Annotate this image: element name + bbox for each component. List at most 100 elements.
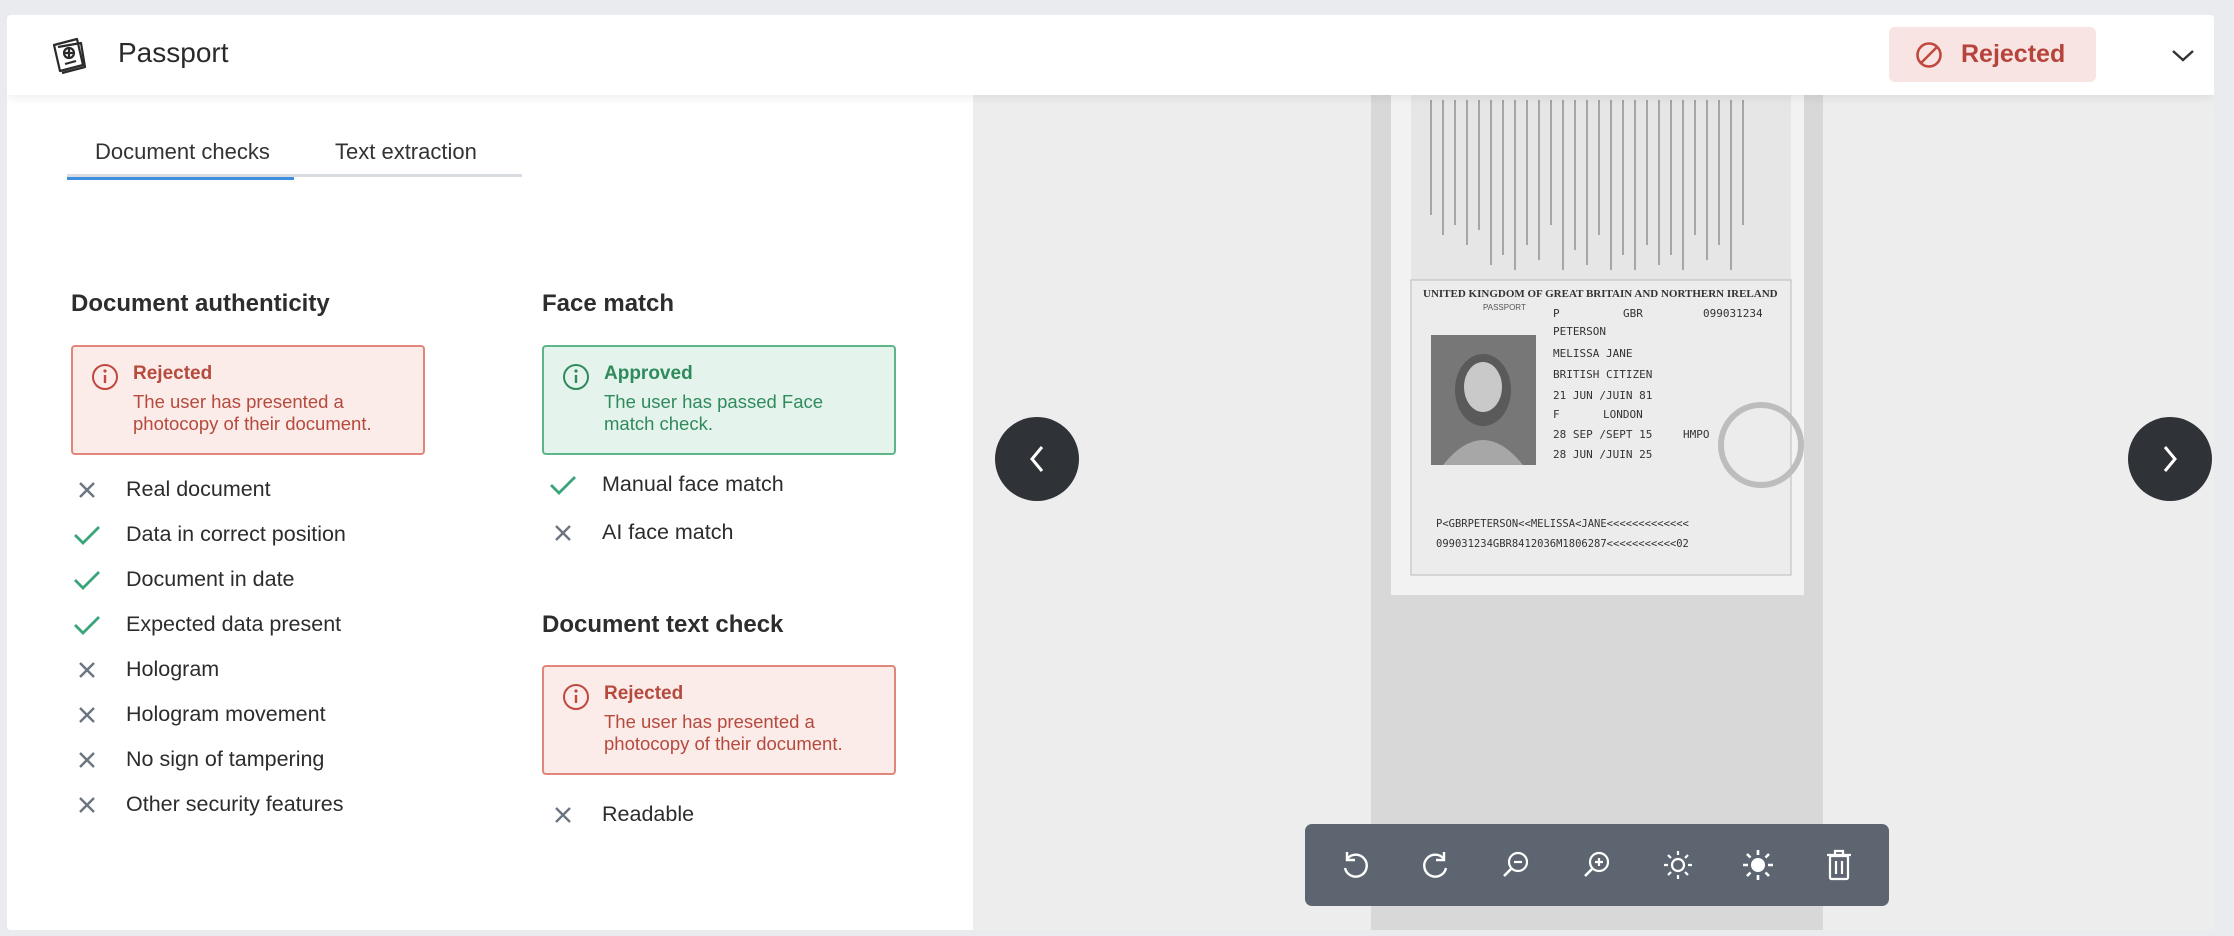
alert-title: Rejected — [604, 683, 684, 704]
info-icon — [563, 684, 589, 710]
cross-icon — [549, 801, 577, 829]
alert-title: Rejected — [133, 363, 213, 384]
passport-country: UNITED KINGDOM OF GREAT BRITAIN AND NORT… — [1423, 288, 1778, 300]
face-match-title: Face match — [542, 290, 675, 317]
alert-message: The user has passed Face match check. — [604, 391, 824, 434]
passport-type: P — [1553, 307, 1560, 320]
passport-mrz-line-1: P<GBRPETERSON<<MELISSA<JANE<<<<<<<<<<<<< — [1436, 518, 1689, 530]
document-text-check-title: Document text check — [542, 611, 784, 638]
rotate-left-icon — [1344, 852, 1369, 878]
passport-pob: LONDON — [1603, 408, 1643, 421]
face-match-alert: Approved The user has passed Face match … — [542, 345, 896, 455]
check-item: Document in date — [71, 557, 346, 602]
tab-text-extraction[interactable]: Text extraction — [294, 139, 477, 177]
zoom-out-button[interactable] — [1490, 839, 1542, 891]
check-label: Expected data present — [126, 612, 342, 636]
face-match-checks: Manual face match AI face match — [547, 459, 784, 555]
check-item: Readable — [547, 792, 694, 837]
brightness-high-icon — [1743, 850, 1774, 880]
check-item: AI face match — [547, 510, 784, 555]
passport-expiry: 28 JUN /JUIN 25 — [1553, 448, 1652, 461]
cross-icon — [73, 701, 101, 729]
document-viewer: UNITED KINGDOM OF GREAT BRITAIN AND NORT… — [973, 95, 2214, 930]
check-item: Expected data present — [71, 602, 346, 647]
passport-doc-label: PASSPORT — [1483, 303, 1526, 312]
check-label: Other security features — [126, 792, 344, 816]
passport-number: 099031234 — [1703, 307, 1763, 320]
rotate-left-button[interactable] — [1329, 839, 1381, 891]
checkmark-icon — [73, 521, 101, 549]
check-label: AI face match — [602, 520, 734, 544]
check-item: Real document — [71, 467, 346, 512]
alert-message: The user has presented a photocopy of th… — [133, 391, 372, 434]
check-item: Hologram movement — [71, 692, 346, 737]
passport-code: GBR — [1623, 307, 1643, 320]
check-label: Hologram — [126, 657, 220, 681]
trash-icon — [1826, 849, 1851, 881]
passport-image[interactable]: UNITED KINGDOM OF GREAT BRITAIN AND NORT… — [1391, 95, 1804, 595]
alert-message: The user has presented a photocopy of th… — [604, 711, 843, 754]
cross-icon — [73, 746, 101, 774]
passport-given-names: MELISSA JANE — [1553, 347, 1632, 360]
cross-icon — [549, 519, 577, 547]
chevron-right-icon — [2163, 446, 2177, 472]
document-review-card: Passport Rejected Document checks Text e… — [7, 15, 2214, 930]
alert-title: Approved — [604, 363, 693, 384]
image-toolbar — [1305, 824, 1889, 906]
check-label: No sign of tampering — [126, 747, 325, 771]
passport-icon — [52, 37, 87, 75]
check-item: Data in correct position — [71, 512, 346, 557]
checkmark-icon — [73, 611, 101, 639]
passport-sex: F — [1553, 408, 1560, 421]
rotate-right-button[interactable] — [1410, 839, 1462, 891]
brightness-low-icon — [1663, 851, 1692, 879]
zoom-out-icon — [1503, 851, 1529, 877]
info-icon — [92, 364, 118, 390]
checkmark-icon — [73, 566, 101, 594]
document-authenticity-alert: Rejected The user has presented a photoc… — [71, 345, 425, 455]
check-label: Manual face match — [602, 472, 784, 496]
check-item: No sign of tampering — [71, 737, 346, 782]
cross-icon — [73, 656, 101, 684]
passport-dob: 21 JUN /JUIN 81 — [1553, 389, 1652, 402]
passport-mrz-line-2: 099031234GBR8412036M1806287<<<<<<<<<<<02 — [1436, 538, 1689, 550]
status-badge[interactable]: Rejected — [1889, 27, 2096, 82]
check-label: Data in correct position — [126, 522, 346, 546]
status-label: Rejected — [1961, 40, 2066, 68]
document-authenticity-title: Document authenticity — [71, 290, 330, 317]
cross-icon — [73, 791, 101, 819]
check-label: Document in date — [126, 567, 295, 591]
passport-issue-date: 28 SEP /SEPT 15 — [1553, 428, 1652, 441]
tab-document-checks[interactable]: Document checks — [67, 139, 294, 180]
delete-image-button[interactable] — [1813, 839, 1865, 891]
document-authenticity-checks: Real document Data in correct position D… — [71, 467, 346, 827]
page-title: Passport — [118, 37, 229, 68]
prohibited-icon — [1916, 41, 1942, 68]
check-item: Manual face match — [547, 459, 784, 510]
brightness-up-button[interactable] — [1732, 839, 1784, 891]
zoom-in-button[interactable] — [1571, 839, 1623, 891]
next-image-button[interactable] — [2128, 417, 2212, 501]
rotate-right-icon — [1422, 852, 1448, 878]
check-item: Hologram — [71, 647, 346, 692]
passport-authority: HMPO — [1683, 428, 1710, 441]
check-item: Other security features — [71, 782, 346, 827]
check-label: Real document — [126, 477, 271, 501]
passport-nationality: BRITISH CITIZEN — [1553, 368, 1652, 381]
previous-image-button[interactable] — [995, 417, 1079, 501]
zoom-in-icon — [1584, 851, 1610, 877]
document-text-checks: Readable — [547, 792, 694, 837]
chevron-left-icon — [1030, 446, 1044, 472]
chevron-down-icon[interactable] — [2168, 43, 2198, 67]
check-label: Readable — [602, 802, 695, 826]
header: Passport Rejected — [7, 15, 2214, 95]
brightness-down-button[interactable] — [1652, 839, 1704, 891]
document-text-check-alert: Rejected The user has presented a photoc… — [542, 665, 896, 775]
cross-icon — [73, 476, 101, 504]
document-image-area: UNITED KINGDOM OF GREAT BRITAIN AND NORT… — [1371, 95, 1823, 930]
info-icon — [563, 364, 589, 390]
tab-bar: Document checks Text extraction — [67, 139, 522, 180]
passport-surname: PETERSON — [1553, 325, 1606, 338]
check-label: Hologram movement — [126, 702, 326, 726]
checks-panel: Document checks Text extraction Document… — [7, 95, 973, 930]
